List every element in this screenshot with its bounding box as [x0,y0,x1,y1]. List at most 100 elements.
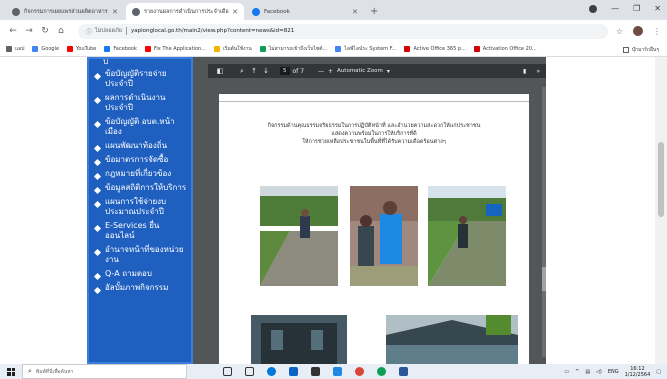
bookmark-item[interactable]: Fix The Application... [144,46,206,52]
security-label: ไม่ปลอดภัย [95,28,122,34]
star-icon[interactable]: ☆ [616,27,623,36]
divider [126,27,127,35]
zoom-select[interactable]: Automatic Zoom [337,68,383,74]
page-scrollbar[interactable] [655,57,667,364]
bookmark-item[interactable]: Google [32,46,59,52]
zoom-out-button[interactable]: — [318,68,324,75]
clock[interactable]: 16:12 1/12/2564 [625,366,651,378]
browser-tab-3[interactable]: Facebook ✕ [246,3,364,20]
prev-page-icon[interactable]: ↑ [248,67,260,75]
avatar[interactable] [633,26,643,36]
page-number-input[interactable]: 5 [280,67,290,75]
bookmark-label: ไม่สามารถเข้าถึงเว็บไซต์... [268,46,328,52]
bookmark-item[interactable]: เริ่มต้นใช้งาน [213,45,252,53]
sidebar-item[interactable]: Q-A ถามตอบ [89,267,191,281]
bookmark-icon[interactable]: ▮ [523,68,526,75]
network-icon[interactable]: ▤ [585,369,590,375]
close-icon[interactable]: ✕ [352,8,358,16]
sidebar-item[interactable]: กฎหมายที่เกี่ยวข้อง [89,167,191,181]
bookmark-item[interactable]: ไม่สามารถเข้าถึงเว็บไซต์... [259,45,328,53]
sidebar-toggle-icon[interactable]: ◧ [214,67,226,75]
close-window-icon[interactable]: ✕ [654,4,661,13]
sidebar-item[interactable]: อัลบั้มภาพกิจกรรม [89,281,191,295]
sidebar-item[interactable]: ข้อมูลสถิติการให้บริการ [89,181,191,195]
photo-people [350,186,418,286]
minimize-icon[interactable]: — [611,4,619,13]
diamond-bullet-icon [93,200,102,209]
sidebar-fragment: ป [103,57,109,66]
reload-icon[interactable]: ↻ [38,26,52,36]
sidebar-item[interactable]: อำนาจหน้าที่ของหน่วยงาน [89,243,191,267]
zoom-in-button[interactable]: + [328,68,333,75]
chevron-down-icon[interactable]: ▾ [387,68,390,75]
sidebar-item[interactable]: แผนการใช้จ่ายงบประมาณประจำปี [89,195,191,219]
bookmark-icon [104,46,111,52]
sidebar-item-label: แผนพัฒนาท้องถิ่น [105,141,168,150]
page-scroll-thumb[interactable] [658,142,664,217]
photo-roof [386,315,518,364]
info-icon[interactable]: ⓘ [86,27,92,36]
diamond-bullet-icon [93,72,102,81]
back-icon[interactable]: ← [6,26,20,36]
bookmark-item[interactable]: แอป [6,45,24,53]
volume-icon[interactable]: ◁) [596,369,602,375]
pdf-scrollbar[interactable] [542,87,546,357]
globe-icon [12,7,20,16]
bookmark-item[interactable]: Activation Office 20... [473,46,537,52]
notification-icon[interactable]: ▢ [656,369,661,375]
bookmark-label: Google [41,46,60,52]
cortana-icon[interactable] [223,367,232,376]
next-page-icon[interactable]: ↓ [260,67,272,75]
forward-icon[interactable]: → [22,26,36,36]
bookmark-item[interactable]: Facebook [104,46,137,52]
sidebar-item-label: ข้อมูลสถิติการให้บริการ [105,183,187,192]
sidebar-item[interactable]: ข้อบัญญัติ อบต.หน้าเมือง [89,115,191,139]
sidebar-item[interactable]: แผนพัฒนาท้องถิ่น [89,139,191,153]
sidebar-item[interactable]: E-Services ยื่นออนไลน์ [89,219,191,243]
bookmark-item[interactable]: ไลฟ์ไลน์ระ System F... [335,45,396,53]
bookmark-label: ไลฟ์ไลน์ระ System F... [344,46,397,52]
more-tools-icon[interactable]: » [536,68,540,75]
other-bookmarks-label: บุ๊กมาร์กอื่นๆ [631,47,659,53]
menu-icon[interactable]: ⋮ [653,27,661,36]
app-icon[interactable] [333,367,342,376]
close-icon[interactable]: ✕ [112,8,118,16]
bookmark-item[interactable]: YouTube [67,46,96,52]
taskbar-search[interactable]: ⌕ พิมพ์ที่นี่เพื่อค้นหา [22,364,187,379]
explorer-icon[interactable] [289,367,298,376]
bookmark-item[interactable]: Active Office 365 p... [404,46,466,52]
chrome-icon[interactable] [355,367,364,376]
pdf-scroll-thumb[interactable] [542,267,546,291]
url-text[interactable]: yaplonglocal.go.th/main2/view.php?conten… [131,28,294,34]
address-bar[interactable]: ⓘ ไม่ปลอดภัย yaplonglocal.go.th/main2/vi… [78,23,608,39]
store-icon[interactable] [311,367,320,376]
sidebar-item-label: ข้อมาตรการจัดซื้อ [105,155,169,164]
restore-icon[interactable]: ❐ [633,4,640,13]
line-icon[interactable] [377,367,386,376]
start-button[interactable] [0,367,22,376]
sidebar-item[interactable]: ผลการดำเนินงานประจำปี [89,91,191,115]
record-icon[interactable] [589,4,598,13]
browser-tab-2[interactable]: รายงานผลการดำเนินการประจำเดือน ✕ [126,3,244,20]
browser-tab-1[interactable]: กิจกรรมการเผยแพร่ส่วนผลิตอาหาร ✕ [6,3,124,20]
close-icon[interactable]: ✕ [232,8,238,16]
other-bookmarks[interactable]: บุ๊กมาร์กอื่นๆ [622,46,659,54]
bookmark-label: Facebook [113,46,137,52]
desktop-icon[interactable]: ▭ [564,369,569,375]
search-icon: ⌕ [28,367,32,375]
diamond-bullet-icon [93,286,102,295]
clock-date: 1/12/2564 [624,371,651,378]
sidebar-item[interactable]: ข้อบัญญัติรายจ่ายประจำปี [89,67,191,91]
search-icon[interactable]: ⌕ [236,67,248,76]
language-indicator[interactable]: ENG [608,369,619,375]
bookmark-icon [6,46,12,52]
home-icon[interactable]: ⌂ [54,26,68,36]
edge-icon[interactable] [267,367,276,376]
task-view-icon[interactable] [245,367,254,376]
chevron-up-icon[interactable]: ^ [575,369,579,375]
sidebar-item-label: Q-A ถามตอบ [105,269,152,278]
new-tab-button[interactable]: + [370,6,378,17]
sidebar-item[interactable]: ข้อมาตรการจัดซื้อ [89,153,191,167]
bookmark-label: YouTube [76,46,97,52]
word-icon[interactable] [399,367,408,376]
